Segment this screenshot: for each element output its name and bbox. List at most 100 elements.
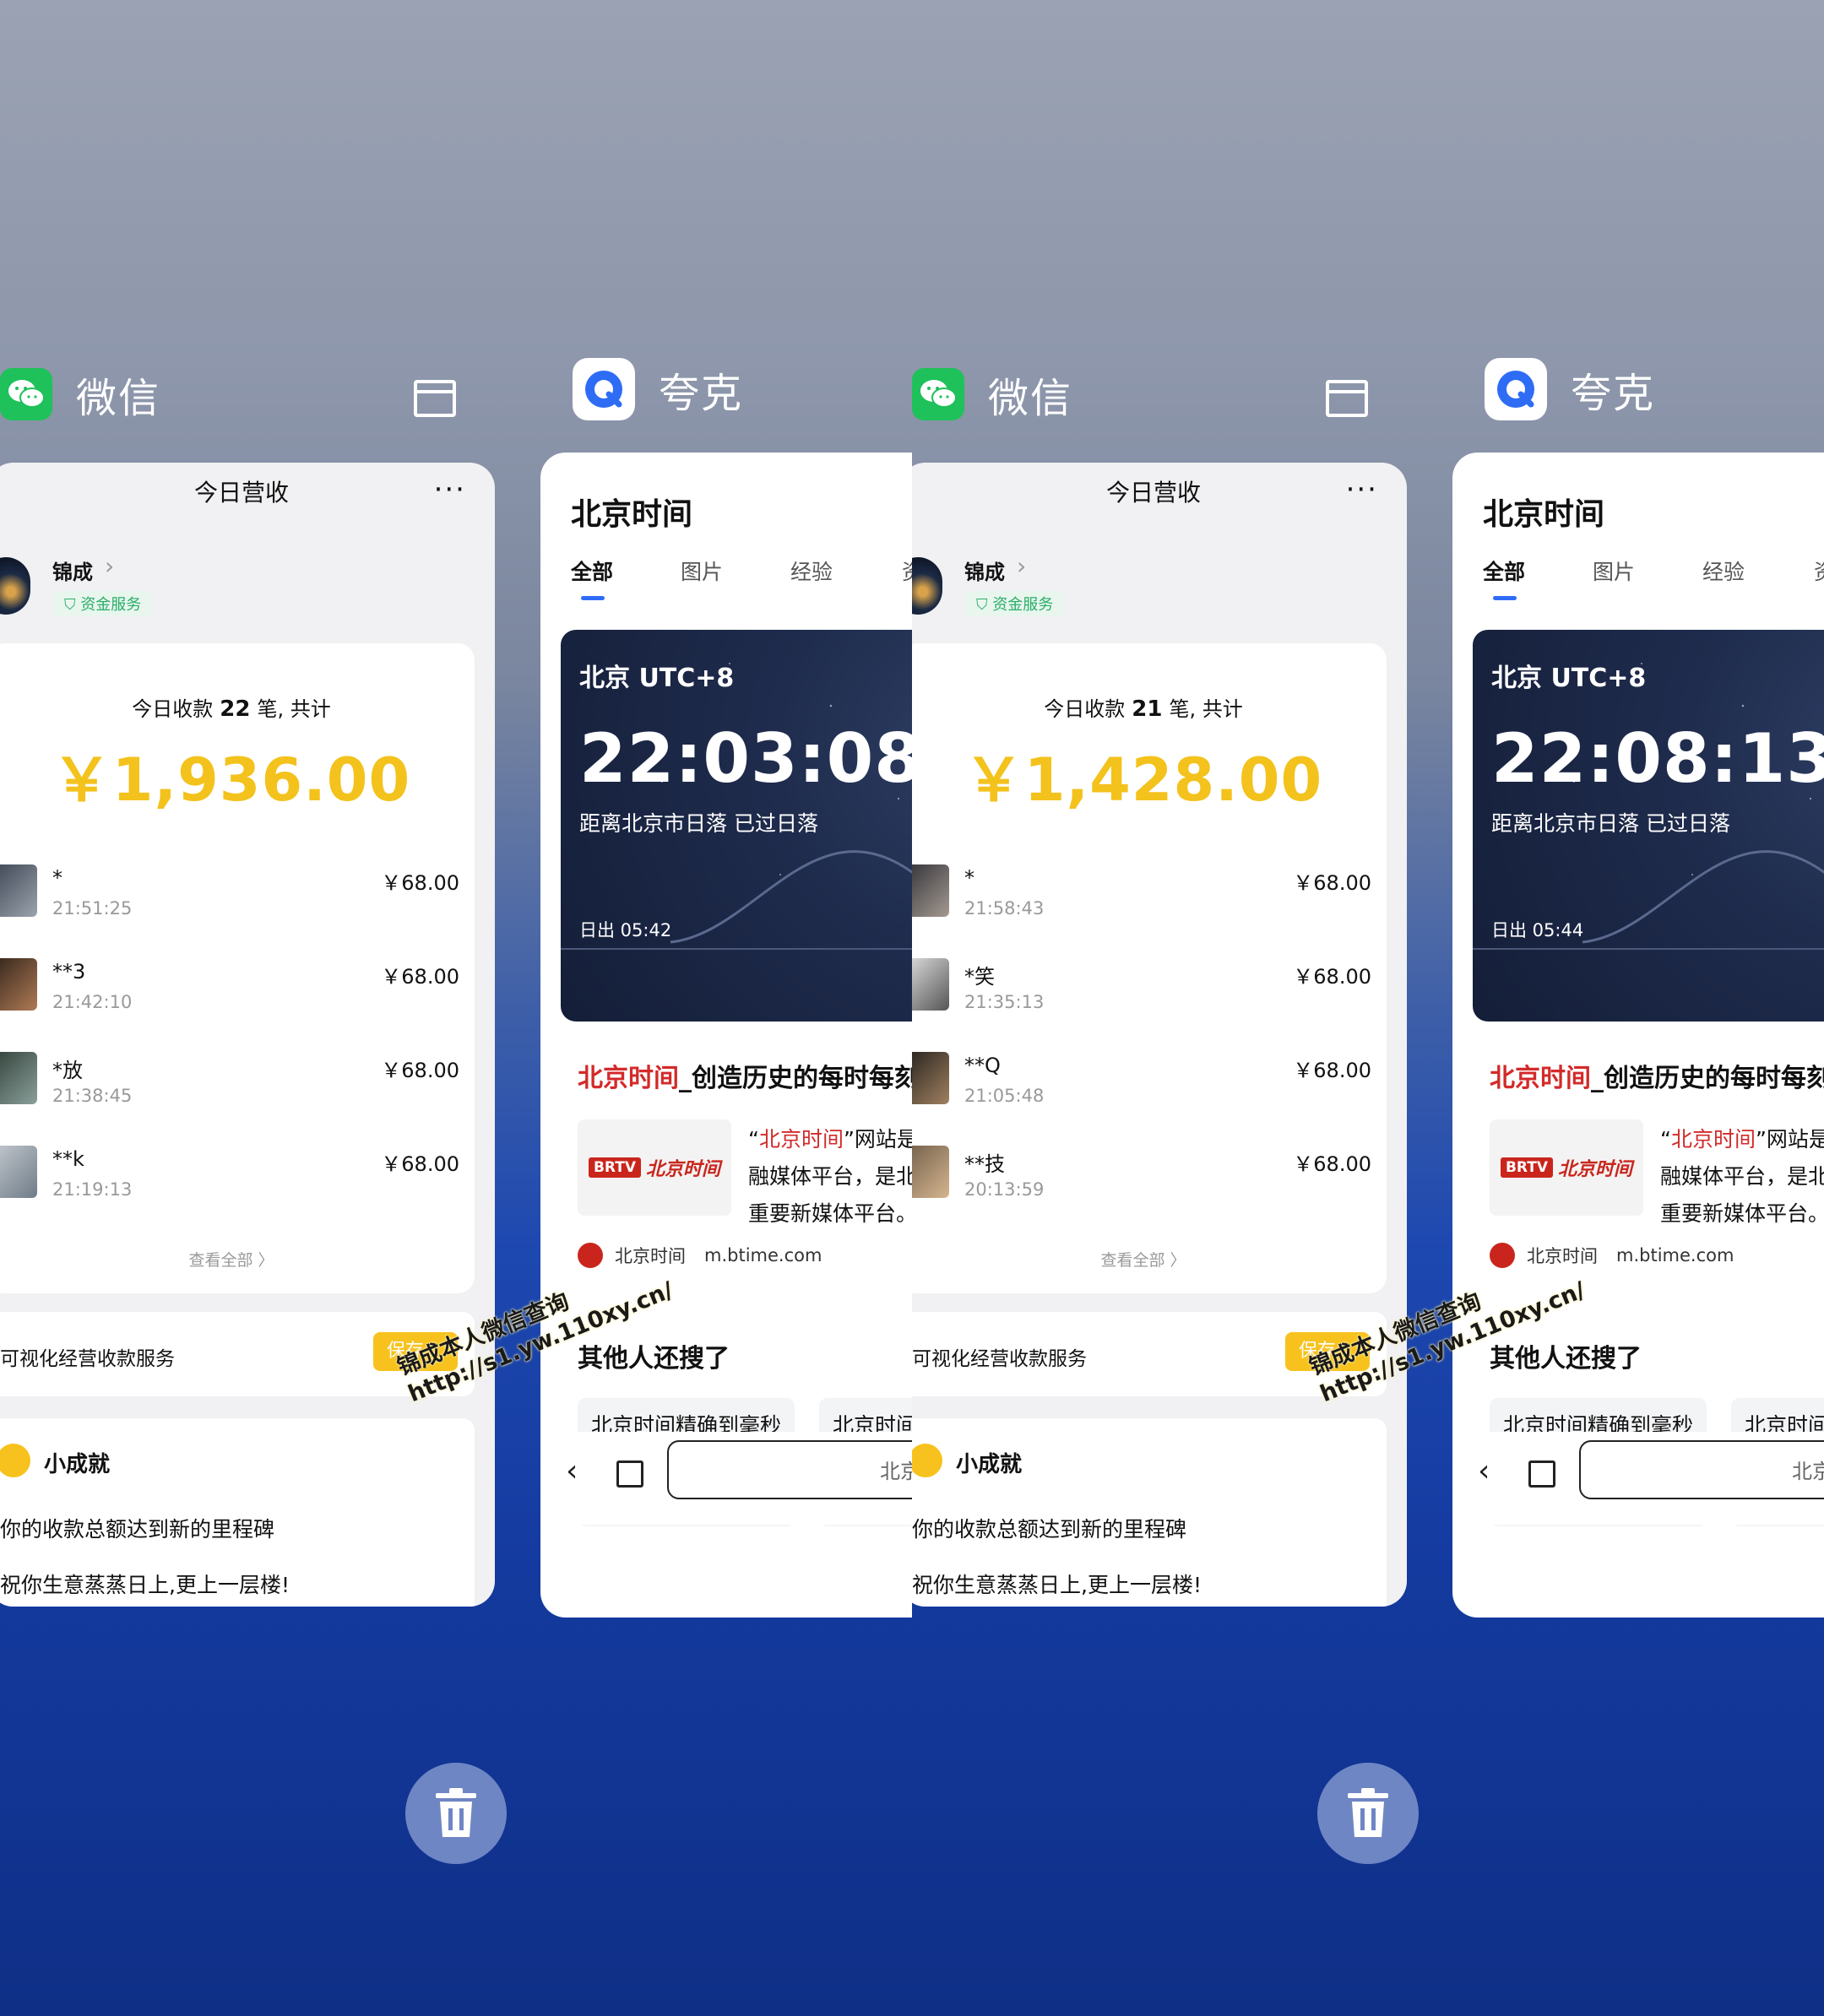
total-amount: ￥1,428.00 <box>964 745 1323 815</box>
result-title-highlight: 北京时间 <box>1490 1064 1591 1093</box>
result-description: “北京时间”网站是北 融媒体平台，是北 重要新媒体平台。 <box>1660 1121 1824 1233</box>
quark-card[interactable]: 北京时间 全部 图片 经验 资 北京 UTC+8 22:03:08 距离北京市日… <box>540 453 912 1618</box>
payer-name: * <box>52 866 62 890</box>
tab-switcher-icon[interactable] <box>1528 1461 1555 1488</box>
search-title: 北京时间 <box>571 497 693 532</box>
payer-name: *笑 <box>964 965 995 989</box>
result-thumbnail[interactable]: BRTV 北京时间 <box>1490 1119 1643 1216</box>
payment-amount: ￥68.00 <box>381 1152 459 1176</box>
transaction-row[interactable]: *放 21:38:45 ￥68.00 <box>0 1052 475 1136</box>
also-searched-heading: 其他人还搜了 <box>1490 1344 1642 1374</box>
payment-time: 21:35:13 <box>964 992 1045 1012</box>
search-box[interactable]: 北京时间 <box>667 1440 912 1499</box>
wechat-card[interactable]: 今日营收 ··· 锦成 › ⛉ 资金服务 今日收款 22 笔, 共计 ￥1,936.… <box>0 463 495 1607</box>
tab-more[interactable]: 资 <box>902 555 912 586</box>
tab-all[interactable]: 全部 <box>1483 555 1525 586</box>
view-all-link[interactable]: 查看全部 〉 <box>0 1248 475 1271</box>
clear-all-button[interactable] <box>405 1763 507 1864</box>
result-description: “北京时间”网站是北 融媒体平台，是北 重要新媒体平台。 <box>748 1121 912 1233</box>
more-icon[interactable]: ··· <box>434 473 466 507</box>
window-icon[interactable] <box>414 380 456 417</box>
summary-prefix: 今日收款 <box>132 697 214 721</box>
tab-experience[interactable]: 经验 <box>1702 555 1745 586</box>
payer-name: **Q <box>964 1054 1001 1077</box>
avatar <box>0 557 30 615</box>
time-widget[interactable]: 北京 UTC+8 22:03:08 距离北京市日落 已过日落 日出 05:42 … <box>561 630 912 1022</box>
sun-arc <box>1582 850 1824 944</box>
bottom-toolbar: ‹ 北京时间 <box>1452 1432 1824 1525</box>
also-searched-heading: 其他人还搜了 <box>578 1344 730 1374</box>
quote-mark: “ <box>1660 1127 1671 1152</box>
quark-app-name: 夸克 <box>1571 370 1656 417</box>
result-desc-highlight: 北京时间 <box>1670 1127 1756 1152</box>
quark-app-header[interactable]: 夸克 <box>1485 358 1655 420</box>
payer-avatar <box>0 1146 37 1198</box>
wechat-app-header[interactable]: 微信 <box>0 365 160 424</box>
transaction-row[interactable]: **技 20:13:59 ￥68.00 <box>912 1146 1387 1230</box>
more-icon[interactable]: ··· <box>1346 473 1378 507</box>
transaction-row[interactable]: **k 21:19:13 ￥68.00 <box>0 1146 475 1230</box>
result-desc-line-3: 重要新媒体平台。 <box>748 1201 912 1226</box>
search-box[interactable]: 北京时间 <box>1579 1440 1824 1499</box>
transaction-row[interactable]: * 21:51:25 ￥68.00 <box>0 864 475 949</box>
view-all-link[interactable]: 查看全部 〉 <box>912 1248 1387 1271</box>
wechat-app-header[interactable]: 微信 <box>912 365 1072 424</box>
achievement-card: 小成就 你的收款总额达到新的里程碑 祝你生意蒸蒸日上,更上一层楼! <box>0 1418 475 1607</box>
transaction-row[interactable]: * 21:58:43 ￥68.00 <box>912 864 1387 949</box>
fund-service-badge[interactable]: ⛉ 资金服务 <box>54 591 152 616</box>
time-city: 北京 UTC+8 <box>1491 664 1647 693</box>
fund-service-badge[interactable]: ⛉ 资金服务 <box>966 591 1064 616</box>
summary-line: 今日收款 21 笔, 共计 <box>912 692 1387 722</box>
tab-images[interactable]: 图片 <box>1593 555 1635 586</box>
quark-icon <box>1485 358 1547 420</box>
window-icon[interactable] <box>1326 380 1368 417</box>
tab-more[interactable]: 资 <box>1814 555 1824 586</box>
shield-icon: ⛉ <box>64 596 76 614</box>
back-icon[interactable]: ‹ <box>1478 1454 1490 1488</box>
wechat-app-name: 微信 <box>988 375 1073 422</box>
result-source[interactable]: 北京时间 m.btime.com <box>1490 1243 1734 1268</box>
clear-all-button[interactable] <box>1317 1763 1419 1864</box>
payer-name: **3 <box>52 960 86 984</box>
tab-all[interactable]: 全部 <box>571 555 613 586</box>
summary-count: 22 <box>220 696 251 722</box>
tab-experience[interactable]: 经验 <box>790 555 833 586</box>
payment-time: 21:51:25 <box>52 898 133 919</box>
quark-card[interactable]: 北京时间 全部 图片 经验 资 北京 UTC+8 22:08:13 距离北京市日… <box>1452 453 1824 1618</box>
sunrise-time: 日出 05:44 <box>1491 920 1584 940</box>
transaction-row[interactable]: **3 21:42:10 ￥68.00 <box>0 958 475 1043</box>
result-title[interactable]: 北京时间_创造历史的每时每刻 <box>1490 1057 1824 1094</box>
time-widget[interactable]: 北京 UTC+8 22:08:13 距离北京市日落 已过日落 日出 05:44 … <box>1473 630 1824 1022</box>
btime-logo-text: 北京时间 <box>646 1159 721 1180</box>
wechat-app-name: 微信 <box>76 375 161 422</box>
result-thumbnail[interactable]: BRTV 北京时间 <box>578 1119 731 1216</box>
payment-time: 20:13:59 <box>964 1179 1045 1200</box>
payer-avatar <box>912 1146 949 1198</box>
avatar <box>912 557 942 615</box>
chevron-right-icon: › <box>105 552 115 580</box>
merchant-name[interactable]: 锦成 <box>964 555 1005 585</box>
result-desc-line-2: 融媒体平台，是北 <box>748 1164 912 1189</box>
summary-card: 今日收款 22 笔, 共计 ￥1,936.00 * 21:51:25 ￥68.00 **3… <box>0 643 475 1293</box>
payer-avatar <box>912 864 949 917</box>
quark-app-header[interactable]: 夸克 <box>573 358 743 420</box>
sun-arc <box>670 850 912 944</box>
result-source[interactable]: 北京时间 m.btime.com <box>578 1243 822 1268</box>
payment-amount: ￥68.00 <box>381 1059 459 1082</box>
wechat-card[interactable]: 今日营收 ··· 锦成 › ⛉ 资金服务 今日收款 21 笔, 共计 ￥1,428.… <box>912 463 1407 1607</box>
back-icon[interactable]: ‹ <box>566 1454 578 1488</box>
source-domain: m.btime.com <box>704 1245 822 1265</box>
tab-switcher-icon[interactable] <box>616 1461 643 1488</box>
payment-amount: ￥68.00 <box>381 871 459 895</box>
source-domain: m.btime.com <box>1616 1245 1734 1265</box>
summary-count: 21 <box>1132 696 1163 722</box>
merchant-name[interactable]: 锦成 <box>52 555 93 585</box>
search-title: 北京时间 <box>1483 497 1605 532</box>
result-title[interactable]: 北京时间_创造历史的每时每刻 <box>578 1057 912 1094</box>
payment-amount: ￥68.00 <box>1293 871 1371 895</box>
transaction-row[interactable]: *笑 21:35:13 ￥68.00 <box>912 958 1387 1043</box>
quark-app-name: 夸克 <box>659 370 744 417</box>
transaction-row[interactable]: **Q 21:05:48 ￥68.00 <box>912 1052 1387 1136</box>
tab-images[interactable]: 图片 <box>681 555 723 586</box>
payer-name: **k <box>52 1147 84 1171</box>
